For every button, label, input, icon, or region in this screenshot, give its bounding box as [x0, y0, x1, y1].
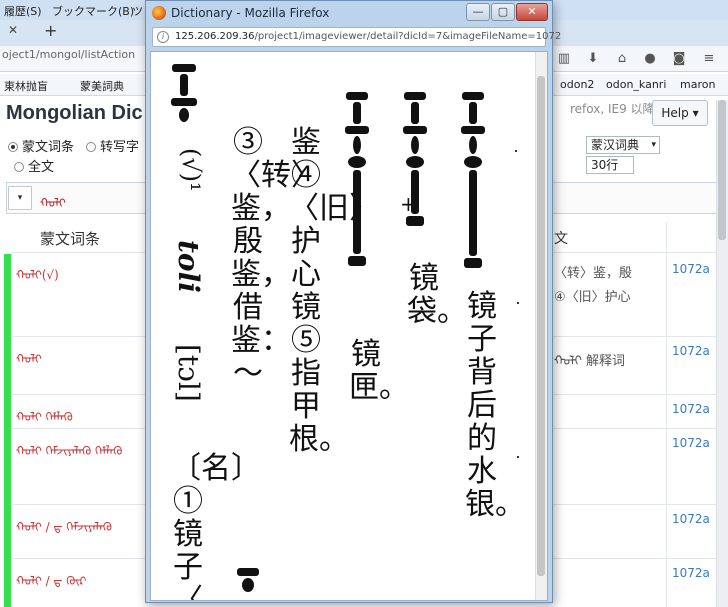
address-text[interactable]: oject1/mongol/listAction	[2, 48, 135, 61]
maximize-button[interactable]: ▢	[491, 3, 515, 21]
crosshair-cursor: +	[400, 192, 417, 216]
popup-url[interactable]: 125.206.209.36/project1/imageviewer/deta…	[175, 31, 561, 42]
entry-headword[interactable]: ᠬᠣᠯᠢ	[16, 346, 42, 367]
popup-titlebar[interactable]: Dictionary - Mozilla Firefox — ▢ ✕	[146, 1, 552, 25]
chat-icon[interactable]: ●	[641, 50, 659, 68]
entry-translation: ᠬᠣᠯᠢ 解释词	[554, 354, 626, 369]
entry-page-link[interactable]: 1072a	[672, 566, 710, 580]
popup-address-bar[interactable]: i 125.206.209.36/project1/imageviewer/de…	[152, 27, 561, 47]
entry-headword[interactable]: ᠬᠣᠯᠢ ᠬᠡᠮᠯᠡᠬᠦ	[16, 404, 73, 425]
menu-history[interactable]: 履歴(S)	[4, 3, 42, 19]
mongol-entry-glyph	[171, 64, 197, 122]
bookmark-item[interactable]: odon_kanri	[606, 78, 666, 91]
radio-fulltext[interactable]: 全文	[14, 156, 54, 175]
minimize-button[interactable]: —	[466, 3, 490, 21]
column-header-text[interactable]: 文	[554, 228, 568, 248]
rows-select[interactable]: 30行	[586, 156, 634, 174]
menu-tools[interactable]: ツ	[132, 3, 143, 19]
mongol-entry-glyph	[237, 568, 259, 592]
pocket-icon[interactable]: ◙	[670, 50, 688, 68]
bookmark-item[interactable]: 蒙美詞典	[80, 78, 124, 94]
info-icon[interactable]: i	[157, 31, 169, 43]
radio-label: 蒙文词条	[22, 140, 75, 155]
entry-headword[interactable]: ᠬᠣᠯᠢ ᠬᠡᠮᠵᠢᠶᠡᠯᠡᠬᠦ ᠬᠡᠮᠯᠡᠬᠦ	[16, 438, 122, 459]
page-scrollbar-thumb[interactable]	[718, 100, 726, 240]
page-title: Mongolian Dic	[6, 102, 143, 124]
popup-scrollbar[interactable]	[535, 52, 547, 600]
entry-headword[interactable]: ᠬᠣᠯᠢ / ᠳ ᠬᠡᠮᠵᠢᠶᠡᠯᠡᠬᠦ	[16, 514, 112, 535]
url-host: 125.206.209.36	[175, 31, 255, 42]
scan-pronunciation: [tɔl]	[172, 344, 205, 402]
firefox-icon	[152, 6, 166, 20]
dictionary-scan-image: 镜子背后的水银。 镜袋。 镜匣。 鉴④〈旧〉护心镜⑤指甲根。 ③〈转〉鉴，殷鉴，…	[150, 51, 548, 601]
entry-headword[interactable]: ᠬᠣᠯᠢ(√)	[16, 262, 59, 283]
scan-transliteration: toli	[172, 240, 205, 293]
radio-transliteration[interactable]: 转写字	[86, 136, 139, 155]
selection-indicator	[4, 254, 11, 607]
scan-column-2: 镜袋。	[407, 261, 467, 329]
dictionary-select-value: 蒙汉词典	[591, 138, 640, 152]
bookmark-item[interactable]: 東林抛盲	[4, 78, 48, 94]
search-mode-dropdown[interactable]: ▾	[8, 186, 32, 210]
new-tab-button[interactable]: +	[44, 21, 57, 40]
scan-column-3: 镜匣。	[349, 337, 409, 405]
mongol-entry-glyph	[345, 92, 369, 266]
scan-column-5: ③〈转〉鉴，殷鉴，借鉴：～	[231, 125, 321, 391]
entry-page-link[interactable]: 1072a	[672, 262, 710, 276]
entry-page-link[interactable]: 1072a	[672, 436, 710, 450]
column-header-entry[interactable]: 蒙文词条	[40, 228, 100, 249]
help-button[interactable]: Help ▾	[652, 100, 708, 126]
library-icon[interactable]: ▥	[555, 50, 573, 68]
search-input[interactable]: ᠬᠣᠯᠢ	[40, 190, 66, 211]
home-icon[interactable]: ⌂	[613, 50, 631, 68]
radio-icon	[86, 142, 96, 152]
scan-speck	[517, 302, 519, 304]
scan-speck	[517, 456, 519, 458]
rows-select-value: 30行	[591, 158, 619, 172]
entry-page-link[interactable]: 1072a	[672, 512, 710, 526]
scan-headword-mark: (√)¹	[177, 148, 205, 192]
tab-close-icon[interactable]: ✕	[8, 23, 18, 37]
bookmark-item[interactable]: odon2	[560, 78, 594, 91]
scan-column-6: 〔名〕①镜子〈	[171, 451, 261, 601]
radio-label: 全文	[28, 160, 55, 175]
mongol-headword-glyph	[461, 92, 485, 268]
dictionary-select[interactable]: 蒙汉词典 ▾	[586, 136, 660, 154]
close-button[interactable]: ✕	[516, 3, 548, 21]
url-path: /project1/imageviewer/detail?dicId=7&ima…	[254, 31, 562, 42]
desktop-screen: 履歴(S) ブックマーク(B) ツ ✕ + oject1/mongol/list…	[0, 0, 728, 607]
entry-translation: ④〈旧〉护心	[554, 290, 631, 305]
menu-icon[interactable]: ≡	[700, 50, 718, 68]
menu-bookmarks[interactable]: ブックマーク(B)	[52, 3, 134, 19]
scan-column-1: 镜子背后的水银。	[465, 289, 525, 522]
popup-window-title: Dictionary - Mozilla Firefox	[171, 6, 330, 20]
radio-label: 转写字	[100, 140, 140, 155]
bookmark-item[interactable]: maron	[680, 78, 715, 91]
radio-mongol-entry[interactable]: 蒙文词条	[8, 136, 74, 155]
entry-page-link[interactable]: 1072a	[672, 344, 710, 358]
dictionary-popup-window: Dictionary - Mozilla Firefox — ▢ ✕ i 125…	[145, 0, 561, 603]
column-divider	[666, 222, 667, 607]
popup-scrollbar-thumb[interactable]	[537, 76, 545, 576]
entry-headword[interactable]: ᠬᠣᠯᠢ / ᠳ ᠬᠦᠷ	[16, 568, 86, 589]
radio-icon	[14, 162, 24, 172]
download-icon[interactable]: ⬇	[584, 50, 602, 68]
browser-support-note: refox, IE9 以降	[570, 102, 655, 116]
scan-speck	[515, 150, 517, 152]
entry-translation: 〈转〉鉴，殷	[554, 266, 633, 281]
radio-selected-icon	[8, 142, 18, 152]
entry-page-link[interactable]: 1072a	[672, 402, 710, 416]
chevron-down-icon: ▾	[651, 140, 656, 150]
